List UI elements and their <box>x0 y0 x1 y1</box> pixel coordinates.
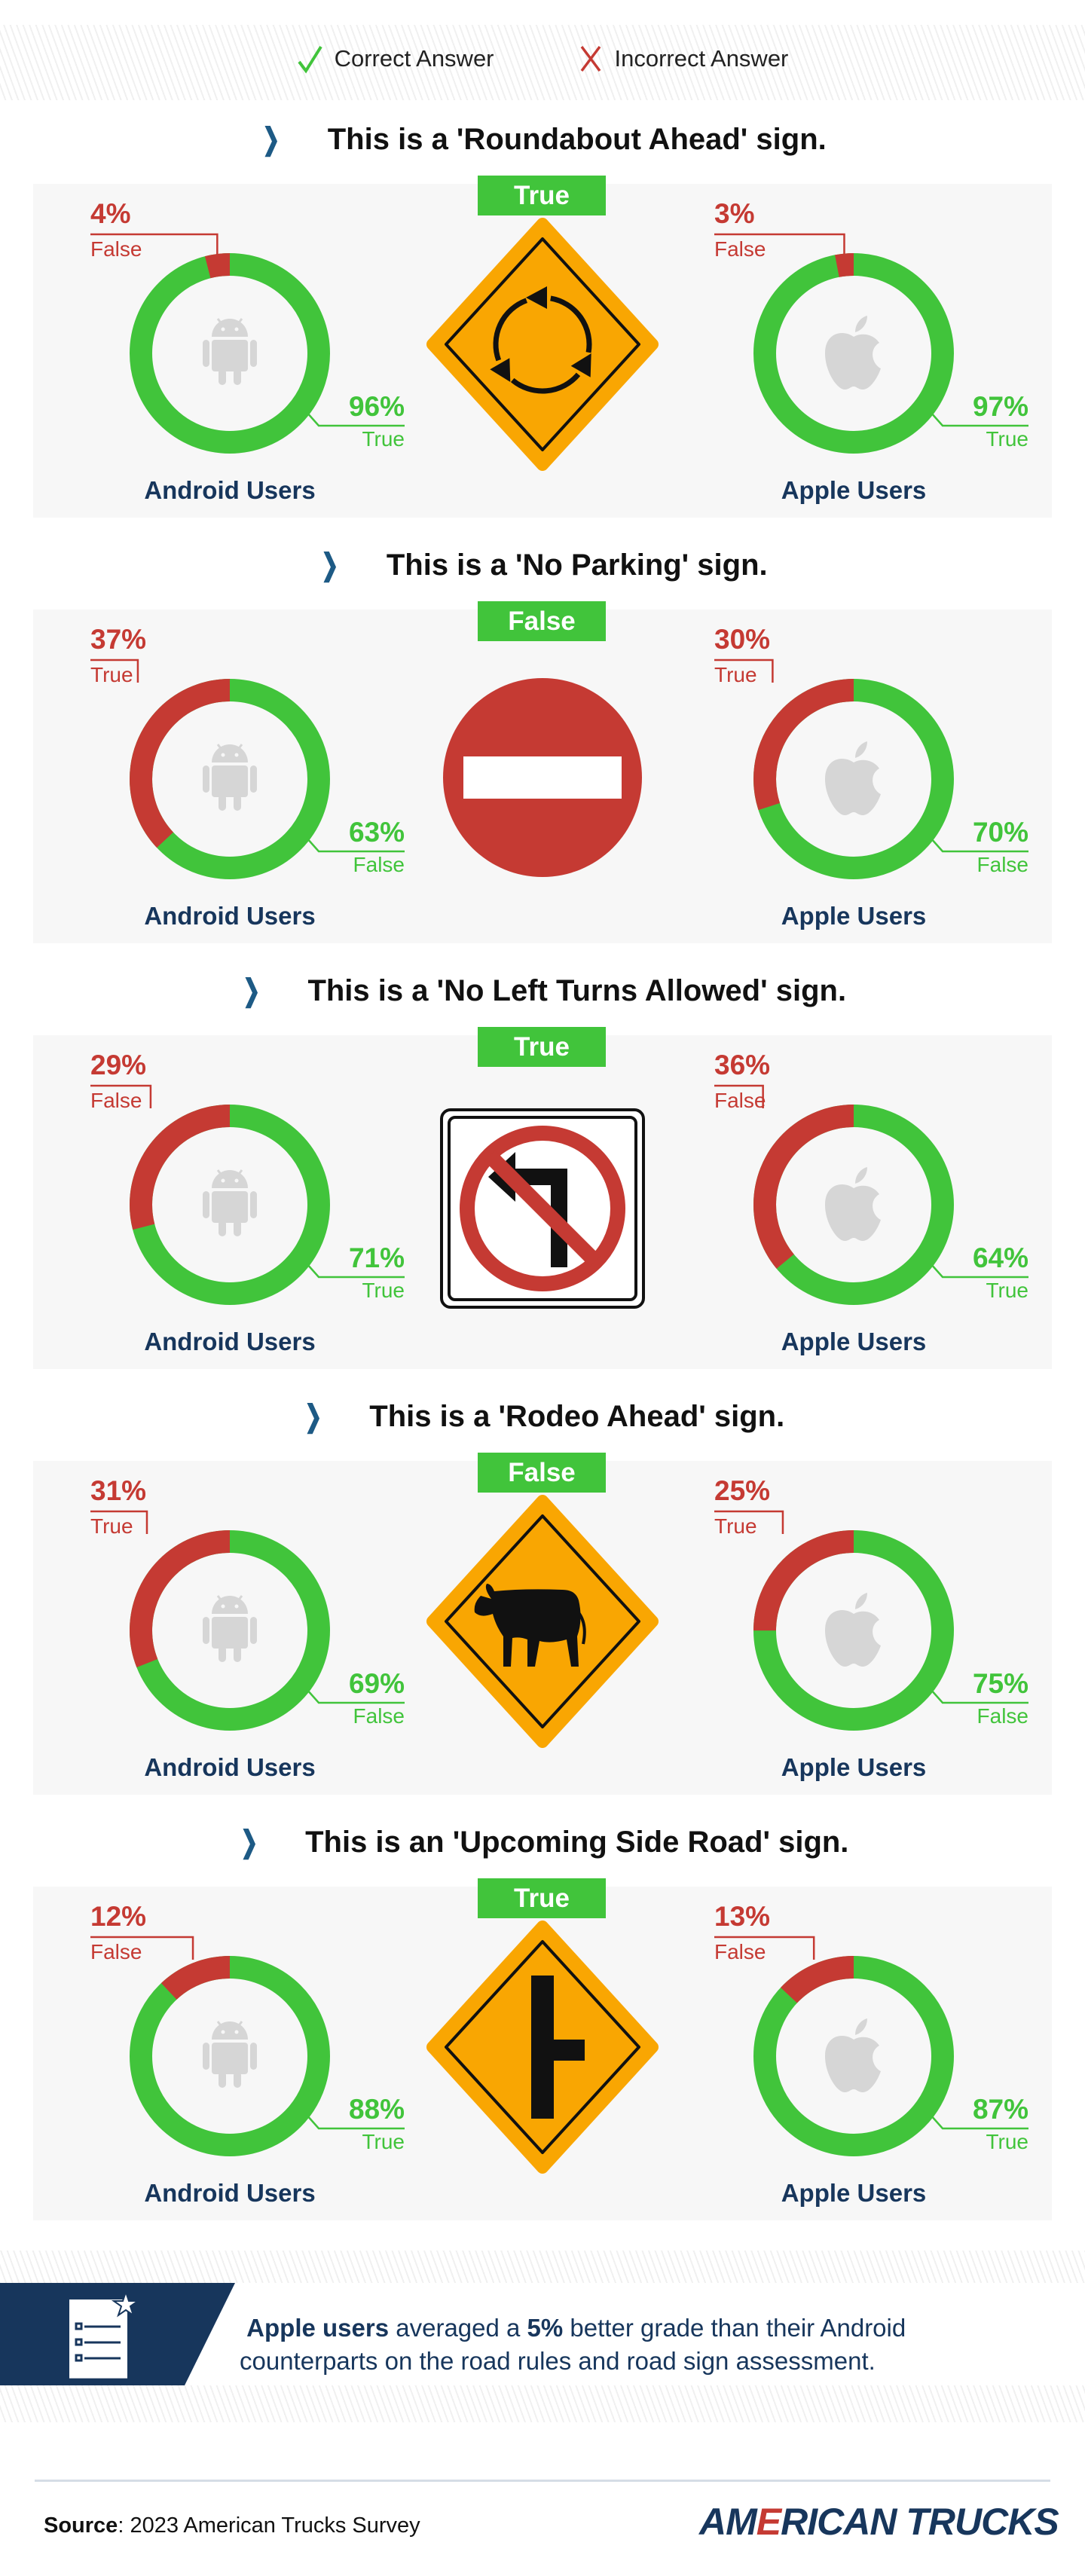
correct-leader-line <box>306 411 405 427</box>
correct-leader-line <box>306 2114 405 2130</box>
summary-text: Apple users averaged a 5% better grade t… <box>240 2312 1031 2378</box>
incorrect-leader-line <box>714 1936 815 1960</box>
roundabout-sign-icon <box>426 218 659 471</box>
incorrect-leader-line <box>714 1084 764 1108</box>
source-label: Source <box>44 2513 118 2538</box>
legend-correct: Correct Answer <box>297 44 494 74</box>
correct-leader-line <box>930 837 1028 853</box>
logo-part: E <box>756 2501 781 2543</box>
summary-bold-lead: Apple users <box>246 2314 390 2342</box>
summary-bold-pct: 5% <box>527 2314 564 2342</box>
legend-incorrect: Incorrect Answer <box>577 44 789 74</box>
android-icon <box>203 2021 257 2088</box>
american-trucks-logo: AMERICAN TRUCKS <box>699 2500 1059 2544</box>
incorrect-leader-line <box>714 233 845 257</box>
incorrect-leader-line <box>90 1510 148 1534</box>
incorrect-leader-line <box>90 1084 152 1108</box>
apple-icon <box>825 1593 881 1667</box>
incorrect-leader-line <box>90 659 139 683</box>
checklist-star-icon <box>0 2283 235 2385</box>
android-icon <box>203 318 257 385</box>
incorrect-leader-line <box>714 1510 784 1534</box>
legend-correct-label: Correct Answer <box>334 45 494 72</box>
question-chart <box>90 659 1028 879</box>
logo-part: AM <box>699 2501 757 2543</box>
question-chart <box>90 1084 1028 1309</box>
correct-leader-line <box>930 1263 1028 1279</box>
no-left-turn-sign-icon <box>440 1108 645 1309</box>
question-chart <box>90 218 1028 471</box>
question-chart <box>90 1495 1028 1748</box>
correct-leader-line <box>306 1263 405 1279</box>
incorrect-leader-line <box>90 233 219 257</box>
correct-leader-line <box>930 1688 1028 1704</box>
android-icon <box>203 744 257 811</box>
correct-leader-line <box>306 837 405 853</box>
android-icon <box>203 1169 257 1236</box>
side-road-sign-icon <box>426 1921 659 2174</box>
correct-leader-line <box>930 2114 1028 2130</box>
incorrect-leader-line <box>90 1936 194 1960</box>
android-icon <box>203 1595 257 1662</box>
incorrect-leader-line <box>714 659 774 683</box>
correct-leader-line <box>306 1688 405 1704</box>
apple-icon <box>825 741 881 815</box>
apple-icon <box>825 316 881 390</box>
source-note: Source: 2023 American Trucks Survey <box>44 2513 420 2538</box>
correct-leader-line <box>930 411 1028 427</box>
apple-icon <box>825 2018 881 2092</box>
apple-icon <box>825 1167 881 1241</box>
legend: Correct Answer Incorrect Answer <box>0 44 1085 74</box>
cattle-crossing-sign-icon <box>426 1495 659 1748</box>
check-icon <box>298 45 322 74</box>
source-text: : 2023 American Trucks Survey <box>118 2513 420 2538</box>
question-chart <box>90 1921 1028 2174</box>
footer-divider <box>35 2480 1050 2482</box>
logo-part: RICAN TRUCKS <box>781 2501 1059 2543</box>
no-entry-sign-icon <box>443 678 642 877</box>
summary-text-1: averaged a <box>389 2314 527 2342</box>
x-icon <box>580 45 601 72</box>
legend-incorrect-label: Incorrect Answer <box>614 45 789 72</box>
